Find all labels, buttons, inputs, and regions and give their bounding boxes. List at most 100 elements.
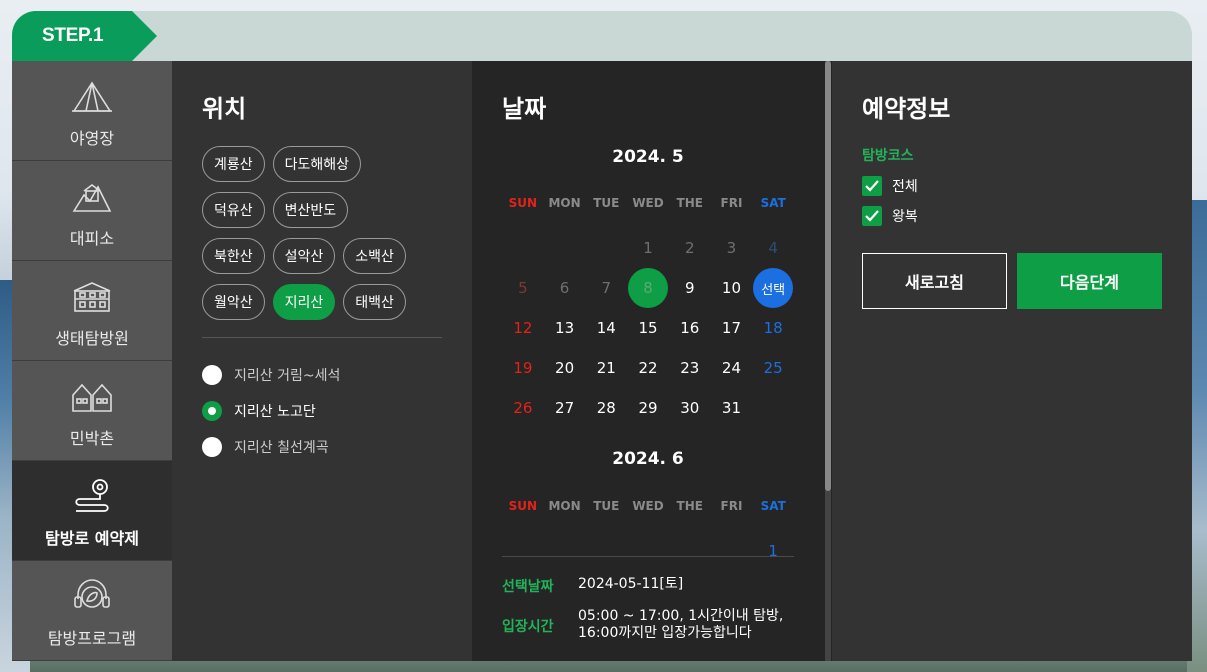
- park-chip[interactable]: 다도해해상: [272, 146, 362, 182]
- sidebar-item-campsite[interactable]: 야영장: [12, 61, 172, 161]
- calendar-day[interactable]: 8: [627, 268, 669, 308]
- trail-radio[interactable]: 지리산 거림~세석: [202, 357, 340, 393]
- park-chip[interactable]: 덕유산: [202, 192, 265, 228]
- calendar-day[interactable]: 4: [752, 228, 794, 268]
- park-chip[interactable]: 태백산: [343, 284, 406, 320]
- park-chip[interactable]: 월악산: [202, 284, 265, 320]
- trail-radio-selected[interactable]: 지리산 노고단: [202, 393, 340, 429]
- calendar-week: 12 13 14 15 16 17 18: [502, 308, 794, 348]
- step-tab: STEP.1: [12, 11, 157, 61]
- calendar-day[interactable]: 31: [711, 388, 753, 428]
- calendar-day[interactable]: 20: [544, 348, 586, 388]
- calendar-empty-cell: [502, 228, 544, 268]
- calendar-day[interactable]: 26: [502, 388, 544, 428]
- course-option-label: 전체: [892, 179, 918, 195]
- calendar-day[interactable]: 선택: [752, 268, 794, 308]
- calendar-day[interactable]: 1: [752, 531, 794, 571]
- calendar-day[interactable]: 1: [627, 228, 669, 268]
- calendar-day[interactable]: 6: [544, 268, 586, 308]
- calendar-day[interactable]: 21: [585, 348, 627, 388]
- calendar-day[interactable]: 7: [585, 268, 627, 308]
- trail-radio-label: 지리산 칠선계곡: [234, 440, 329, 456]
- calendar-day[interactable]: 22: [627, 348, 669, 388]
- course-option-roundtrip[interactable]: 왕복: [862, 206, 918, 226]
- sidebar-item-program[interactable]: 탐방프로그램: [12, 561, 172, 661]
- sidebar-item-minbak[interactable]: 민박촌: [12, 361, 172, 461]
- location-panel: 위치 계룡산 다도해해상 덕유산 변산반도 북한산 설악산 소백산 월악산 지리…: [172, 61, 472, 661]
- calendar-day[interactable]: 16: [669, 308, 711, 348]
- month-title: 2024. 5: [612, 147, 684, 167]
- weekday-label: MON: [548, 196, 581, 210]
- trail-radio-group: 지리산 거림~세석 지리산 노고단 지리산 칠선계곡: [202, 357, 340, 465]
- date-scrollbar[interactable]: [825, 61, 831, 661]
- radio-button[interactable]: [202, 401, 222, 421]
- calendar-week: 5 6 7 8 9 10 선택: [502, 268, 794, 308]
- headset-leaf-icon: [74, 579, 110, 608]
- weekday-label: THE: [676, 196, 703, 210]
- park-chip[interactable]: 설악산: [272, 238, 336, 274]
- calendar-day[interactable]: 19: [502, 348, 544, 388]
- sidebar-item-trail-reservation[interactable]: 탐방로 예약제: [12, 461, 172, 561]
- park-chip[interactable]: 북한산: [202, 238, 265, 274]
- checkbox[interactable]: [862, 206, 882, 226]
- calendar-day[interactable]: 17: [711, 308, 753, 348]
- weekday-label: TUE: [593, 499, 620, 513]
- calendar-day[interactable]: 23: [669, 348, 711, 388]
- date-title: 날짜: [502, 95, 547, 123]
- calendar-day[interactable]: 12: [502, 308, 544, 348]
- park-chip-selected[interactable]: 지리산: [272, 284, 336, 320]
- park-chip[interactable]: 소백산: [343, 238, 406, 274]
- radio-button[interactable]: [202, 365, 222, 385]
- weekday-label: TUE: [593, 196, 620, 210]
- calendar-day[interactable]: 3: [711, 228, 753, 268]
- weekday-label: SUN: [508, 499, 538, 513]
- calendar-day[interactable]: 15: [627, 308, 669, 348]
- next-step-button[interactable]: 다음단계: [1017, 253, 1162, 309]
- month-title: 2024. 6: [612, 449, 684, 469]
- divider: [202, 337, 442, 338]
- trail-radio[interactable]: 지리산 칠선계곡: [202, 429, 340, 465]
- refresh-button[interactable]: 새로고침: [862, 253, 1007, 309]
- course-label: 탐방코스: [862, 148, 914, 164]
- selected-date-label: 선택날짜: [502, 579, 554, 595]
- park-chip[interactable]: 계룡산: [202, 146, 265, 182]
- calendar-day[interactable]: 24: [711, 348, 753, 388]
- weekday-header: SUN MON TUE WED THE FRI SAT: [502, 499, 794, 513]
- calendar-day[interactable]: 27: [544, 388, 586, 428]
- calendar-day[interactable]: 5: [502, 268, 544, 308]
- shelter-icon: [72, 184, 112, 212]
- category-sidebar: 야영장 대피소 생태탐방원 민박촌 탐방로 예약제 탐방프로그램: [12, 61, 172, 661]
- checkbox[interactable]: [862, 176, 882, 196]
- calendar-day[interactable]: 13: [544, 308, 586, 348]
- calendar-day[interactable]: 25: [752, 348, 794, 388]
- weekday-label: SAT: [760, 196, 786, 210]
- sidebar-item-label: 탐방프로그램: [47, 629, 137, 648]
- calendar-day[interactable]: 30: [669, 388, 711, 428]
- course-option-all[interactable]: 전체: [862, 176, 918, 196]
- entry-time-label: 입장시간: [502, 619, 554, 635]
- calendar-empty-cell: [544, 228, 586, 268]
- calendar-day[interactable]: 9: [669, 268, 711, 308]
- calendar-day[interactable]: 10: [711, 268, 753, 308]
- calendar-day[interactable]: 28: [585, 388, 627, 428]
- sidebar-item-shelter[interactable]: 대피소: [12, 161, 172, 261]
- calendar-day[interactable]: 18: [752, 308, 794, 348]
- sidebar-item-label: 탐방로 예약제: [45, 529, 139, 548]
- calendar-day[interactable]: 14: [585, 308, 627, 348]
- calendar-day[interactable]: 29: [627, 388, 669, 428]
- sidebar-item-label: 대피소: [69, 229, 115, 248]
- park-chip-group: 계룡산 다도해해상 덕유산 변산반도 북한산 설악산 소백산 월악산 지리산 태…: [202, 146, 442, 330]
- weekday-label: WED: [632, 499, 664, 513]
- sidebar-item-eco-center[interactable]: 생태탐방원: [12, 261, 172, 361]
- entry-time-value: 05:00 ~ 17:00, 1시간이내 탐방, 16:00까지만 입장가능합니…: [578, 608, 784, 641]
- trail-radio-label: 지리산 노고단: [234, 404, 316, 420]
- weekday-label: THE: [676, 499, 703, 513]
- radio-button[interactable]: [202, 437, 222, 457]
- calendar-day[interactable]: 2: [669, 228, 711, 268]
- park-chip[interactable]: 변산반도: [272, 192, 349, 228]
- divider: [502, 556, 794, 557]
- scrollbar-thumb[interactable]: [825, 61, 831, 491]
- weekday-label: FRI: [720, 499, 743, 513]
- calendar-empty-cell: [544, 531, 586, 571]
- weekday-label: WED: [632, 196, 664, 210]
